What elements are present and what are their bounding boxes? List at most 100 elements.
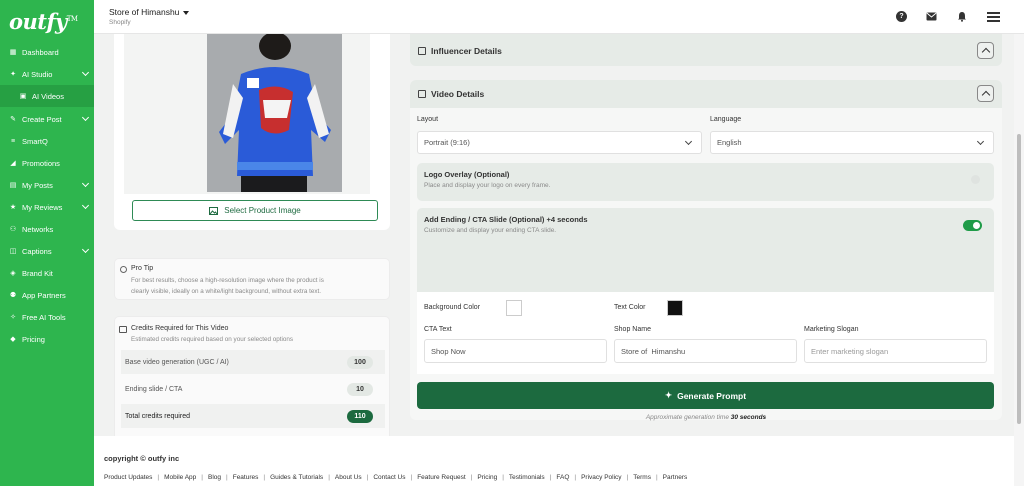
brand-logo[interactable]: outfyTM — [9, 9, 78, 34]
sidebar-item-pricing[interactable]: ◆ Pricing — [0, 328, 94, 350]
footer-separator: | — [655, 474, 658, 481]
footer-link[interactable]: Feature Request — [417, 474, 465, 481]
sidebar: outfyTM ▦ Dashboard ✦ AI Studio ▣ AI Videos… — [0, 0, 94, 486]
credit-row: Base video generation (UGC / AI) 100 — [121, 350, 385, 374]
background-color-swatch[interactable] — [506, 300, 522, 316]
scrollbar[interactable] — [1014, 34, 1024, 486]
sidebar-item-dashboard[interactable]: ▦ Dashboard — [0, 41, 94, 63]
cta-slide-toggle[interactable] — [963, 220, 982, 231]
footer-link[interactable]: Privacy Policy — [581, 474, 621, 481]
select-product-image-button[interactable]: Select Product Image — [132, 200, 378, 221]
footer-separator: | — [263, 474, 266, 481]
product-photo — [207, 34, 342, 192]
captions-icon: ◫ — [9, 248, 17, 255]
footer-separator: | — [410, 474, 413, 481]
credit-row-label: Base video generation (UGC / AI) — [125, 358, 229, 366]
logo-overlay-toggle[interactable] — [971, 175, 980, 184]
chevron-down-icon — [81, 179, 90, 188]
language-label: Language — [710, 116, 742, 123]
footer-link[interactable]: Terms — [633, 474, 651, 481]
shop-name-label: Shop Name — [614, 326, 651, 333]
sidebar-item-my-reviews[interactable]: ★ My Reviews — [0, 196, 94, 218]
text-color-label: Text Color — [614, 304, 646, 311]
store-switcher[interactable]: Store of Himanshu — [109, 7, 190, 17]
sidebar-item-promotions[interactable]: ◢ Promotions — [0, 152, 94, 174]
footer-separator: | — [226, 474, 228, 481]
mail-icon[interactable] — [926, 11, 937, 22]
logo-overlay-description: Place and display your logo on every fra… — [424, 182, 551, 189]
footer-link[interactable]: FAQ — [556, 474, 569, 481]
footer-link[interactable]: Blog — [208, 474, 221, 481]
hamburger-menu-icon[interactable] — [987, 12, 1000, 23]
help-icon[interactable]: ? — [896, 11, 907, 22]
sidebar-item-brand-kit[interactable]: ◈ Brand Kit — [0, 262, 94, 284]
video-details-heading: Video Details — [418, 89, 484, 99]
sidebar-item-networks[interactable]: ⚇ Networks — [0, 218, 94, 240]
sidebar-item-label: AI Videos — [32, 91, 64, 101]
footer-separator: | — [626, 474, 629, 481]
sidebar-item-ai-videos[interactable]: ▣ AI Videos — [0, 85, 94, 107]
cta-slide-option: Add Ending / CTA Slide (Optional) +4 sec… — [417, 208, 994, 292]
sidebar-item-label: SmartQ — [22, 136, 48, 146]
text-color-swatch[interactable] — [667, 300, 683, 316]
product-image-card: Select Product Image — [114, 34, 390, 230]
generation-time-note: Approximate generation time 30 seconds — [410, 414, 1002, 421]
footer-link[interactable]: Guides & Tutorials — [270, 474, 323, 481]
credit-value-badge: 10 — [347, 383, 373, 396]
pencil-icon: ✎ — [10, 116, 16, 123]
network-icon: ⚇ — [9, 226, 17, 233]
layout-select-value: Portrait (9:16) — [424, 138, 470, 147]
cta-text-input[interactable]: Shop Now — [424, 339, 607, 363]
sidebar-item-label: Promotions — [22, 158, 60, 168]
chevron-down-icon — [81, 68, 90, 77]
footer-separator: | — [157, 474, 160, 481]
sidebar-item-create-post[interactable]: ✎ Create Post — [0, 108, 94, 130]
influencer-details-section[interactable]: Influencer Details — [410, 34, 1002, 66]
footer-link[interactable]: Testimonials — [509, 474, 545, 481]
product-image-frame — [124, 34, 370, 194]
credits-title: Credits Required for This Video — [131, 325, 229, 332]
sidebar-item-label: App Partners — [22, 290, 66, 300]
sidebar-item-ai-studio[interactable]: ✦ AI Studio — [0, 63, 94, 85]
footer-link[interactable]: Mobile App — [164, 474, 196, 481]
footer-link[interactable]: Contact Us — [373, 474, 405, 481]
sidebar-item-captions[interactable]: ◫ Captions — [0, 240, 94, 262]
top-bar: Store of Himanshu Shopify ? — [94, 0, 1024, 34]
sidebar-item-free-ai-tools[interactable]: ✧ Free AI Tools — [0, 306, 94, 328]
logo-overlay-title: Logo Overlay (Optional) — [424, 170, 510, 179]
sidebar-item-smartq[interactable]: ≡ SmartQ — [0, 130, 94, 152]
language-select-value: English — [717, 138, 742, 147]
footer-link[interactable]: About Us — [335, 474, 362, 481]
footer-separator: | — [502, 474, 504, 481]
language-select[interactable]: English — [710, 131, 994, 154]
footer: copyright © outfy inc Product Updates | Mo… — [94, 436, 1024, 486]
cta-slide-title: Add Ending / CTA Slide (Optional) +4 sec… — [424, 215, 588, 224]
generate-prompt-button[interactable]: ✦ Generate Prompt — [417, 382, 994, 409]
pro-tip-line-2: clearly visible, ideally on a white/ligh… — [131, 288, 322, 295]
select-product-image-label: Select Product Image — [224, 206, 301, 215]
bell-icon[interactable] — [956, 11, 967, 22]
sidebar-item-label: AI Studio — [22, 69, 53, 79]
footer-link[interactable]: Product Updates — [104, 474, 152, 481]
marketing-slogan-input[interactable]: Enter marketing slogan — [804, 339, 987, 363]
footer-separator: | — [366, 474, 369, 481]
video-icon: ▣ — [19, 93, 27, 100]
scrollbar-thumb[interactable] — [1017, 134, 1021, 424]
footer-link[interactable]: Partners — [663, 474, 688, 481]
chevron-down-icon — [81, 201, 90, 210]
tag-icon: ◆ — [10, 336, 16, 343]
store-name: Store of Himanshu — [109, 7, 180, 17]
sidebar-item-app-partners[interactable]: ⚉ App Partners — [0, 284, 94, 306]
shop-name-input[interactable]: Store of Himanshu — [614, 339, 797, 363]
sidebar-item-label: My Reviews — [22, 202, 63, 212]
collapse-video-details-button[interactable] — [977, 85, 994, 102]
footer-separator: | — [201, 474, 203, 481]
sidebar-item-my-posts[interactable]: ▤ My Posts — [0, 174, 94, 196]
footer-link[interactable]: Pricing — [477, 474, 497, 481]
video-details-header[interactable]: Video Details — [410, 80, 1002, 108]
collapse-influencer-button[interactable] — [977, 42, 994, 59]
video-details-title: Video Details — [431, 89, 485, 99]
layout-select[interactable]: Portrait (9:16) — [417, 131, 702, 154]
layout-label: Layout — [417, 116, 439, 123]
footer-link[interactable]: Features — [233, 474, 259, 481]
